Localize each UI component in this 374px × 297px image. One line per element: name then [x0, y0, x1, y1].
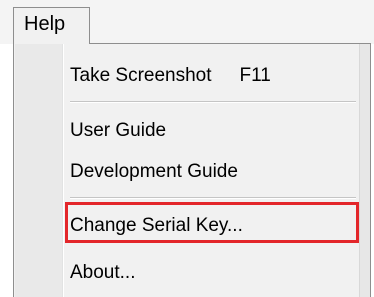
menu-item-label: Development Guide [70, 161, 238, 182]
menu-item-take-screenshot[interactable]: Take Screenshot F11 [70, 58, 358, 94]
menu-item-about[interactable]: About... [70, 255, 358, 291]
menu-item-shortcut: F11 [239, 65, 271, 86]
help-menu[interactable]: Help [13, 7, 90, 44]
menu-item-user-guide[interactable]: User Guide [70, 113, 358, 149]
menu-icon-gutter [15, 44, 62, 297]
help-dropdown-menu: Take Screenshot F11 User Guide Developmen… [13, 43, 371, 297]
menu-right-edge [359, 44, 370, 297]
menu-item-label: Take Screenshot [70, 65, 212, 86]
gutter-divider-highlight [63, 44, 64, 297]
menu-item-label: About... [70, 262, 136, 283]
menu-item-label: User Guide [70, 120, 167, 141]
menu-item-development-guide[interactable]: Development Guide [70, 154, 358, 190]
menu-item-label: Change Serial Key... [70, 215, 243, 236]
menu-separator [70, 197, 356, 199]
menu-item-change-serial-key[interactable]: Change Serial Key... [70, 208, 358, 244]
help-menu-label: Help [24, 13, 66, 35]
menu-separator [70, 101, 356, 103]
